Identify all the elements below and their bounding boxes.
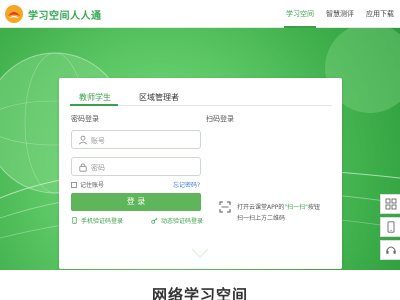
lock-icon <box>79 163 87 172</box>
login-card: 教师学生 区域管理者 密码登录 扫码登录 账号 密码 记住账号 忘记密码? 登 … <box>59 78 342 269</box>
account-placeholder: 账号 <box>91 137 105 145</box>
dynamic-login-link[interactable]: 动态验证码登录 <box>151 216 203 225</box>
top-nav: 学习空间 智慧测评 应用下载 <box>280 0 400 28</box>
password-input[interactable]: 密码 <box>71 157 201 176</box>
remember-checkbox[interactable] <box>71 181 77 188</box>
password-placeholder: 密码 <box>91 164 105 172</box>
scan-icon <box>219 201 231 213</box>
scan-instruction-line2: 扫一扫上方二维码 <box>237 215 286 222</box>
sms-login-link[interactable]: 手机验证码登录 <box>71 216 123 225</box>
sms-login-label: 手机验证码登录 <box>81 218 124 225</box>
side-service-button[interactable] <box>380 240 400 260</box>
scan-instruction-line1: 打开云课堂APP的"扫一扫"按钮 <box>237 204 320 211</box>
phone-icon <box>72 217 77 224</box>
tab-region-manager[interactable]: 区域管理者 <box>139 92 179 103</box>
section-title: 网络学习空间 <box>151 286 248 300</box>
login-button[interactable]: 登 录 <box>71 193 201 211</box>
remember-account[interactable]: 记住账号 <box>71 180 104 189</box>
hero-banner: 教师学生 区域管理者 密码登录 扫码登录 账号 密码 记住账号 忘记密码? 登 … <box>0 28 400 270</box>
forgot-password-link[interactable]: 忘记密码? <box>173 180 200 189</box>
dynamic-login-label: 动态验证码登录 <box>161 218 204 225</box>
phone-icon <box>387 221 394 233</box>
top-header: 学习空间人人通 学习空间 智慧测评 应用下载 <box>0 0 400 28</box>
key-icon <box>151 217 158 224</box>
brand-name: 学习空间人人通 <box>28 11 102 22</box>
password-login-title: 密码登录 <box>71 115 99 123</box>
nav-learning-space[interactable]: 学习空间 <box>280 0 320 28</box>
grid-icon <box>385 198 396 210</box>
user-icon <box>78 135 88 145</box>
logo-icon[interactable] <box>4 4 24 24</box>
remember-label: 记住账号 <box>80 182 105 189</box>
nav-app-download[interactable]: 应用下载 <box>360 0 400 28</box>
headset-icon <box>385 246 396 254</box>
tab-teacher-student[interactable]: 教师学生 <box>79 92 111 103</box>
scan-login-title: 扫码登录 <box>206 115 234 123</box>
active-tab-indicator <box>70 104 118 106</box>
side-menu-button[interactable] <box>380 194 400 214</box>
account-input[interactable]: 账号 <box>71 130 201 149</box>
nav-smart-assessment[interactable]: 智慧测评 <box>320 0 360 28</box>
side-app-button[interactable] <box>380 217 400 237</box>
scroll-down-chevron-icon[interactable] <box>190 247 210 259</box>
